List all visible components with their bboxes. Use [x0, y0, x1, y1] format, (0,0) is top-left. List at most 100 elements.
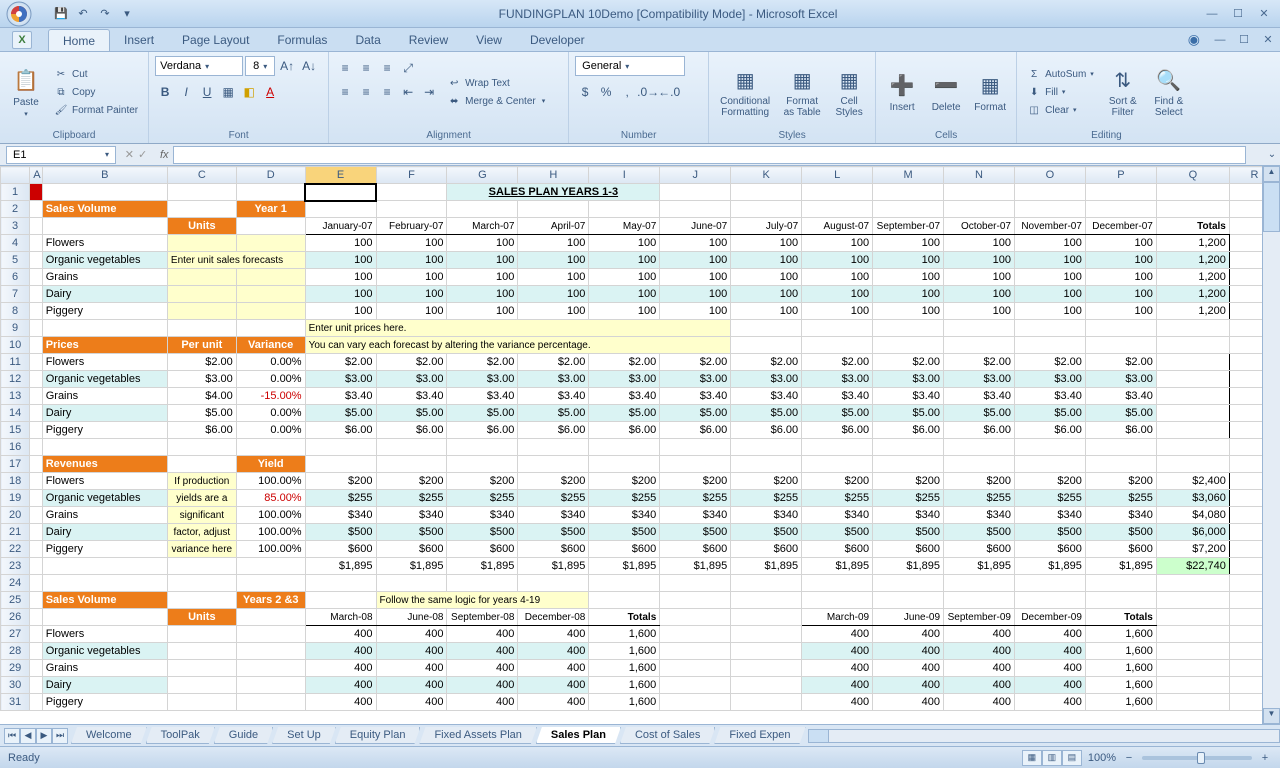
cell[interactable]: Dairy: [42, 286, 167, 303]
cell[interactable]: [1156, 201, 1229, 218]
expand-formula-icon[interactable]: ⌄: [1264, 149, 1280, 160]
cell[interactable]: $1,895: [1085, 558, 1156, 575]
cell[interactable]: 1,200: [1156, 252, 1229, 269]
cell[interactable]: $6.00: [802, 422, 873, 439]
help-icon[interactable]: ◉: [1188, 31, 1200, 48]
cell[interactable]: [1156, 626, 1229, 643]
cell[interactable]: 100: [660, 252, 731, 269]
cell[interactable]: 100: [873, 252, 944, 269]
border-button[interactable]: ▦: [218, 82, 238, 102]
cell[interactable]: 100.00%: [236, 507, 305, 524]
save-icon[interactable]: 💾: [52, 5, 70, 23]
cell[interactable]: 100: [1085, 252, 1156, 269]
cell[interactable]: 100: [1085, 235, 1156, 252]
cell[interactable]: August-07: [802, 218, 873, 235]
cell[interactable]: November-07: [1014, 218, 1085, 235]
cell[interactable]: [1014, 337, 1085, 354]
cell[interactable]: [42, 575, 167, 592]
row-header[interactable]: 29: [1, 660, 30, 677]
cell[interactable]: $6.00: [305, 422, 376, 439]
cell[interactable]: $200: [802, 473, 873, 490]
row-header[interactable]: 24: [1, 575, 30, 592]
cell[interactable]: [376, 184, 447, 201]
cell[interactable]: Variance: [236, 337, 305, 354]
cell[interactable]: 100: [660, 235, 731, 252]
cell[interactable]: [589, 439, 660, 456]
cell[interactable]: $255: [376, 490, 447, 507]
format-cells-button[interactable]: ▦Format: [970, 56, 1010, 128]
cell[interactable]: $3.00: [873, 371, 944, 388]
cell[interactable]: $3.00: [376, 371, 447, 388]
cell[interactable]: 100: [873, 269, 944, 286]
cell[interactable]: [167, 592, 236, 609]
col-header-L[interactable]: L: [802, 167, 873, 184]
cell[interactable]: $2.00: [305, 354, 376, 371]
cell[interactable]: $3.40: [873, 388, 944, 405]
row-header[interactable]: 31: [1, 694, 30, 711]
cell[interactable]: 100: [447, 303, 518, 320]
cell[interactable]: [236, 184, 305, 201]
cell[interactable]: 100: [660, 269, 731, 286]
cell[interactable]: [1156, 371, 1229, 388]
cell[interactable]: $340: [731, 507, 802, 524]
cell[interactable]: $5.00: [660, 405, 731, 422]
cell[interactable]: [731, 643, 802, 660]
cell[interactable]: $2,400: [1156, 473, 1229, 490]
cell[interactable]: [305, 575, 376, 592]
tab-review[interactable]: Review: [395, 29, 462, 51]
cell[interactable]: $1,895: [944, 558, 1015, 575]
cell[interactable]: Grains: [42, 507, 167, 524]
cell[interactable]: $3.40: [376, 388, 447, 405]
cell[interactable]: $3.00: [167, 371, 236, 388]
cell[interactable]: 100: [873, 303, 944, 320]
cell[interactable]: [731, 677, 802, 694]
cell[interactable]: 100.00%: [236, 473, 305, 490]
zoom-in-icon[interactable]: +: [1258, 752, 1272, 764]
row-header[interactable]: 7: [1, 286, 30, 303]
cell[interactable]: $3.00: [802, 371, 873, 388]
cell[interactable]: [1014, 456, 1085, 473]
cell[interactable]: September-08: [447, 609, 518, 626]
cell[interactable]: 100: [1085, 286, 1156, 303]
cell[interactable]: 100: [731, 269, 802, 286]
cell[interactable]: [731, 694, 802, 711]
cell[interactable]: 100: [1014, 269, 1085, 286]
cell[interactable]: October-07: [944, 218, 1015, 235]
cell[interactable]: 100.00%: [236, 541, 305, 558]
redo-icon[interactable]: ↷: [96, 5, 114, 23]
copy-button[interactable]: ⧉Copy: [50, 84, 142, 100]
cell[interactable]: 100: [518, 252, 589, 269]
cell[interactable]: factor, adjust: [167, 524, 236, 541]
cell[interactable]: 100: [1014, 286, 1085, 303]
sheet-tab-guide[interactable]: Guide: [214, 727, 273, 744]
cell[interactable]: [1156, 439, 1229, 456]
cell[interactable]: $255: [731, 490, 802, 507]
cell[interactable]: 400: [376, 643, 447, 660]
qat-more-icon[interactable]: ▾: [118, 5, 136, 23]
cell[interactable]: December-07: [1085, 218, 1156, 235]
row-header[interactable]: 3: [1, 218, 30, 235]
cell[interactable]: $500: [944, 524, 1015, 541]
cell[interactable]: [167, 286, 236, 303]
cell[interactable]: 400: [305, 643, 376, 660]
cell[interactable]: $2.00: [731, 354, 802, 371]
cell[interactable]: [944, 456, 1015, 473]
cell[interactable]: Totals: [1156, 218, 1229, 235]
cell[interactable]: [30, 252, 43, 269]
cell[interactable]: $500: [518, 524, 589, 541]
cell[interactable]: [1156, 184, 1229, 201]
cell[interactable]: 400: [1014, 643, 1085, 660]
cell[interactable]: [167, 626, 236, 643]
cell[interactable]: $200: [305, 473, 376, 490]
cell[interactable]: June-09: [873, 609, 944, 626]
cell[interactable]: $255: [305, 490, 376, 507]
cell[interactable]: $3.00: [660, 371, 731, 388]
cell[interactable]: Piggery: [42, 694, 167, 711]
cell[interactable]: Organic vegetables: [42, 490, 167, 507]
cell[interactable]: $255: [589, 490, 660, 507]
cell[interactable]: 1,600: [1085, 626, 1156, 643]
cell[interactable]: significant: [167, 507, 236, 524]
cell[interactable]: $1,895: [518, 558, 589, 575]
merge-center-button[interactable]: ⬌Merge & Center▾: [443, 93, 549, 109]
cell[interactable]: $3.00: [731, 371, 802, 388]
